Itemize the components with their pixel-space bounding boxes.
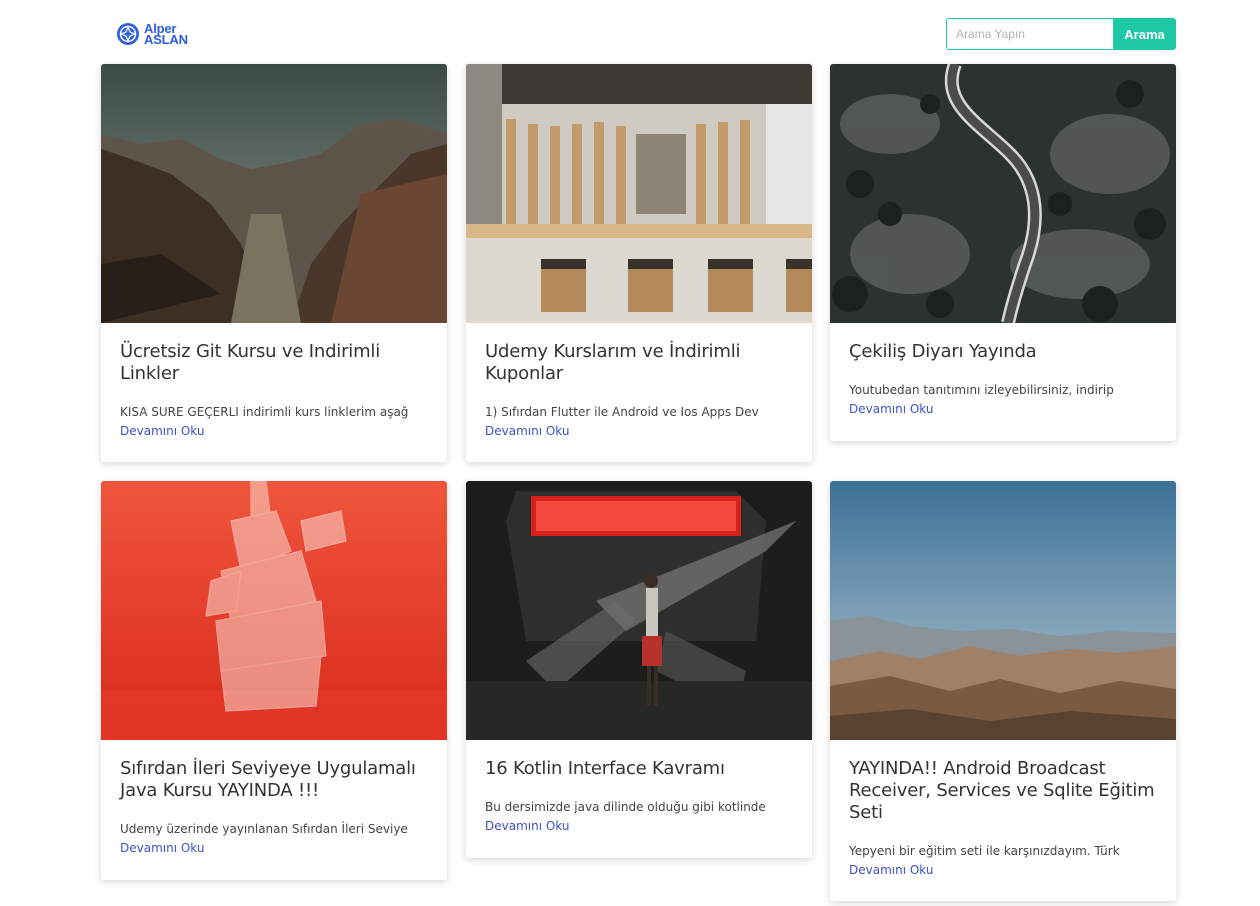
post-title[interactable]: Çekiliş Diyarı Yayında [849,341,1157,363]
post-title[interactable]: Ücretsiz Git Kursu ve Indirimli Linkler [120,341,428,385]
post-image-forest-road[interactable] [830,64,1176,323]
logo-icon [117,23,139,45]
post-card: Sıfırdan İleri Seviyeye Uygulamalı Java … [101,481,447,880]
post-excerpt-text: Udemy üzerinde yayınlanan Sıfırdan İleri… [120,822,408,836]
post-title[interactable]: 16 Kotlin Interface Kavramı [485,758,793,780]
post-title[interactable]: YAYINDA!! Android Broadcast Receiver, Se… [849,758,1157,824]
post-card: 16 Kotlin Interface Kavramı Bu dersimizd… [466,481,812,858]
post-title[interactable]: Sıfırdan İleri Seviyeye Uygulamalı Java … [120,758,428,802]
read-more-link[interactable]: Devamını Oku [849,402,934,416]
post-card: YAYINDA!! Android Broadcast Receiver, Se… [830,481,1176,901]
read-more-link[interactable]: Devamını Oku [120,841,205,855]
post-excerpt-text: Bu dersimizde java dilinde olduğu gibi k… [485,800,766,814]
post-excerpt-text: Youtubedan tanıtımını izleyebilirsiniz, … [849,383,1114,397]
post-title[interactable]: Udemy Kurslarım ve İndirimli Kuponlar [485,341,793,385]
post-image-wooden-interior[interactable] [466,64,812,323]
read-more-link[interactable]: Devamını Oku [849,863,934,877]
post-excerpt: Udemy üzerinde yayınlanan Sıfırdan İleri… [120,820,428,858]
post-excerpt-text: Yepyeni bir eğitim seti ile karşınızdayı… [849,844,1120,858]
post-card: Udemy Kurslarım ve İndirimli Kuponlar 1)… [466,64,812,462]
search-input[interactable] [946,18,1113,50]
post-excerpt: Yepyeni bir eğitim seti ile karşınızdayı… [849,842,1157,880]
site-header: Alper ASLAN Arama [0,0,1260,64]
post-excerpt-text: 1) Sıfırdan Flutter ile Android ve Ios A… [485,405,759,419]
post-card: Ücretsiz Git Kursu ve Indirimli Linkler … [101,64,447,462]
site-logo[interactable]: Alper ASLAN [116,22,188,46]
post-excerpt: 1) Sıfırdan Flutter ile Android ve Ios A… [485,403,793,441]
search-form: Arama [946,18,1176,50]
post-card: Çekiliş Diyarı Yayında Youtubedan tanıtı… [830,64,1176,441]
post-excerpt: KISA SURE GEÇERLI indirimli kurs linkler… [120,403,428,441]
post-excerpt: Youtubedan tanıtımını izleyebilirsiniz, … [849,381,1157,419]
read-more-link[interactable]: Devamını Oku [485,819,570,833]
post-excerpt: Bu dersimizde java dilinde olduğu gibi k… [485,798,793,836]
post-image-desert-mountains[interactable] [830,481,1176,740]
search-button[interactable]: Arama [1113,18,1176,50]
post-image-canyon[interactable] [101,64,447,323]
post-image-red-light-scene[interactable] [466,481,812,740]
read-more-link[interactable]: Devamını Oku [120,424,205,438]
read-more-link[interactable]: Devamını Oku [485,424,570,438]
post-image-shattered-glass[interactable] [101,481,447,740]
logo-wordmark: Alper ASLAN [144,22,188,47]
logo-line-2: ASLAN [144,32,188,47]
post-excerpt-text: KISA SURE GEÇERLI indirimli kurs linkler… [120,405,409,419]
